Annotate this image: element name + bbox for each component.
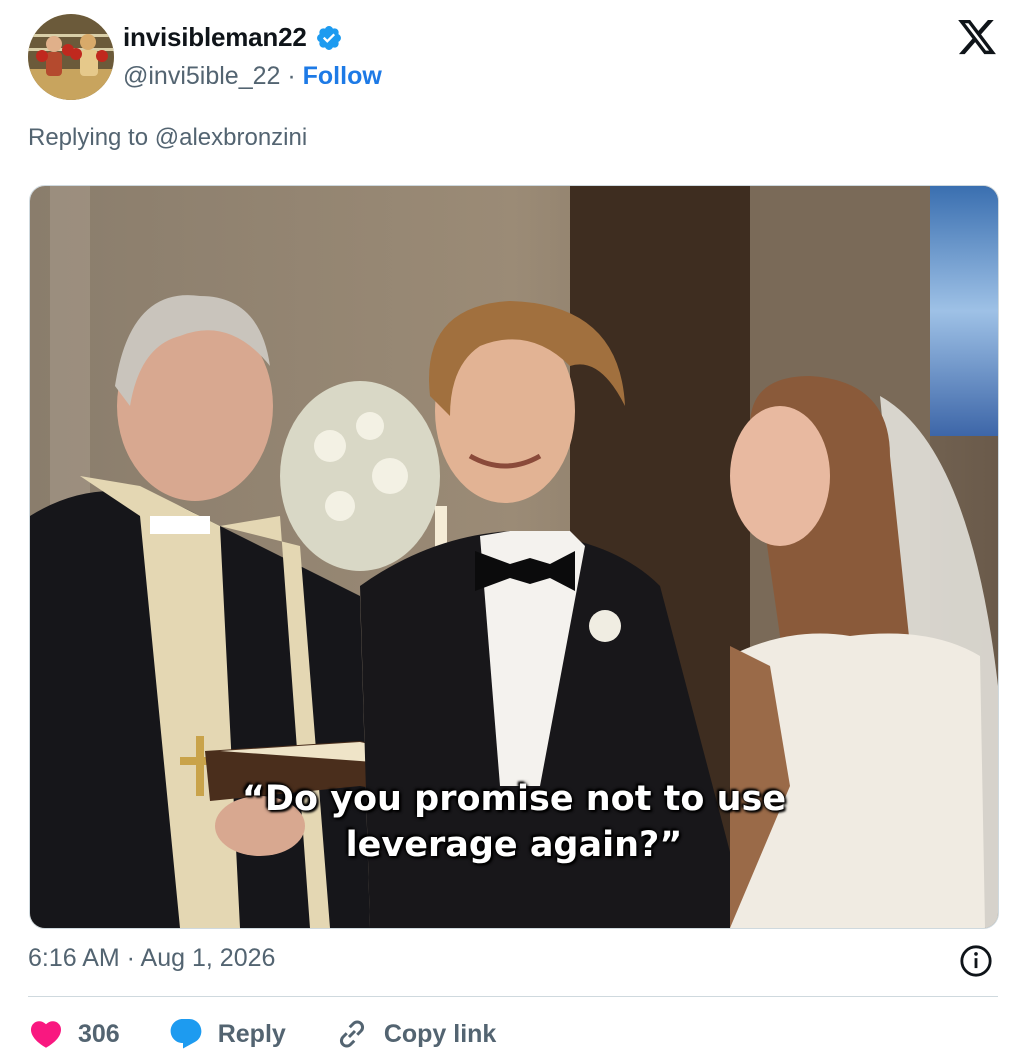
separator: · [280, 62, 303, 90]
handle[interactable]: @invi5ible_22 [123, 62, 280, 90]
copy-link-label: Copy link [383, 1019, 497, 1048]
heart-icon [30, 1021, 62, 1048]
tweet-actions: 306 Reply Copy link [28, 1012, 544, 1056]
tweet-header: invisibleman22 @invi5ible_22 · Follow [28, 14, 998, 104]
x-logo-icon[interactable] [956, 16, 998, 58]
avatar[interactable] [28, 14, 114, 100]
display-name[interactable]: invisibleman22 [123, 22, 307, 53]
follow-button[interactable]: Follow [303, 62, 382, 90]
copy-link-button[interactable]: Copy link [334, 1016, 497, 1052]
like-count: 306 [78, 1019, 120, 1048]
link-icon [339, 1020, 364, 1048]
meme-caption: “Do you promise not to use leverage agai… [30, 776, 998, 868]
info-icon[interactable] [959, 944, 993, 978]
divider [28, 996, 998, 997]
caption-line-2: leverage again?” [345, 825, 683, 865]
replying-to[interactable]: Replying to @alexbronzini [28, 124, 307, 152]
reply-label: Reply [217, 1019, 286, 1048]
like-button[interactable]: 306 [28, 1016, 120, 1052]
reply-button[interactable]: Reply [168, 1016, 286, 1052]
tweet-timestamp[interactable]: 6:16 AM · Aug 1, 2026 [28, 944, 275, 973]
verified-badge-icon [316, 25, 341, 50]
tweet-media-image[interactable]: “Do you promise not to use leverage agai… [29, 185, 999, 929]
handle-row: @invi5ible_22 · Follow [123, 62, 382, 91]
reply-bubble-icon [170, 1019, 202, 1049]
caption-line-1: “Do you promise not to use [241, 779, 787, 819]
